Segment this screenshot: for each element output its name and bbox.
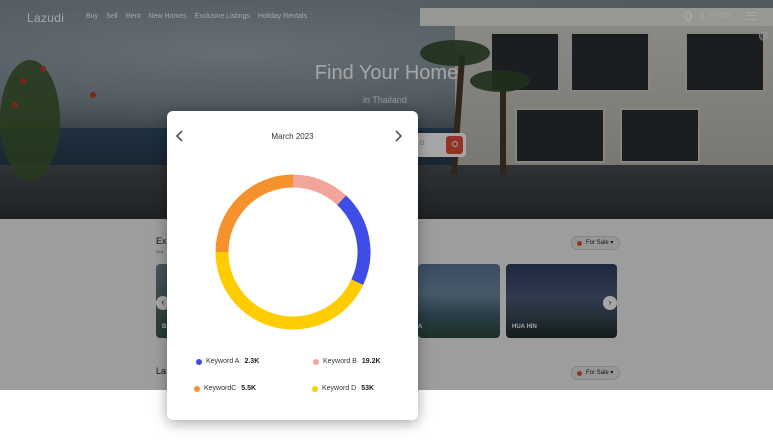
- month-title: March 2023: [271, 132, 314, 141]
- legend-value: 19.2K: [361, 358, 381, 365]
- legend-label: KeywordC: [204, 385, 237, 392]
- keyword-stats-modal: March 2023 Keyword A 2.3K Keyword B 19.2…: [167, 111, 418, 420]
- legend-dot-orange-icon: [194, 385, 200, 392]
- legend-item-keyword-a: Keyword A 2.3K: [196, 358, 259, 365]
- legend-dot-pink-icon: [313, 358, 319, 365]
- donut-segment-keywordc: [215, 174, 294, 253]
- legend-dot-yellow-icon: [312, 385, 318, 392]
- chevron-right-icon[interactable]: [393, 129, 403, 143]
- donut-segment-keyword-b: [292, 174, 347, 206]
- legend-item-keyword-c: KeywordC 5.5K: [194, 385, 256, 392]
- legend-label: Keyword D: [322, 385, 357, 392]
- keyword-donut-chart: [215, 174, 371, 330]
- donut-segment-keyword-d: [215, 251, 364, 330]
- page: Lazudi Buy Sell Rent New Homes Exclusive…: [0, 0, 773, 442]
- legend-item-keyword-b: Keyword B 19.2K: [313, 358, 381, 365]
- legend-label: Keyword A: [206, 358, 240, 365]
- legend-value: 53K: [361, 385, 375, 392]
- legend-item-keyword-d: Keyword D 53K: [312, 385, 374, 392]
- legend-value: 2.3K: [244, 358, 260, 365]
- legend-value: 5.5K: [241, 385, 257, 392]
- legend-dot-blue-icon: [196, 358, 202, 365]
- legend-label: Keyword B: [323, 358, 357, 365]
- donut-segment-keyword-a: [336, 195, 371, 285]
